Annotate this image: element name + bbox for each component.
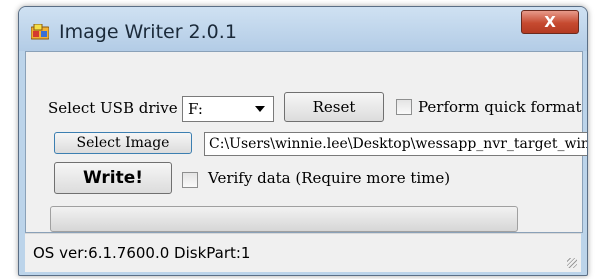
select-image-button[interactable]: Select Image: [54, 132, 192, 154]
title-bar[interactable]: Image Writer 2.0.1 X: [19, 7, 587, 51]
verify-data-checkbox[interactable]: [182, 172, 198, 188]
image-path-field[interactable]: C:\Users\winnie.lee\Desktop\wessapp_nvr_…: [204, 132, 587, 156]
write-progress-bar: [50, 206, 518, 232]
usb-drive-value: F:: [188, 100, 203, 118]
write-button[interactable]: Write!: [54, 162, 172, 194]
quick-format-checkbox[interactable]: [396, 99, 412, 115]
close-button[interactable]: X: [521, 10, 579, 34]
resize-grip-icon[interactable]: [567, 258, 577, 268]
window-title: Image Writer 2.0.1: [59, 21, 237, 43]
usb-drive-select[interactable]: F:: [182, 96, 274, 122]
app-icon: [31, 24, 49, 40]
app-window: Image Writer 2.0.1 X Select USB drive F:…: [18, 6, 588, 276]
status-bar: OS ver:6.1.7600.0 DiskPart:1: [25, 233, 581, 272]
reset-button[interactable]: Reset: [284, 92, 384, 122]
quick-format-label: Perform quick format: [418, 98, 582, 116]
chevron-down-icon: [255, 106, 265, 112]
status-text: OS ver:6.1.7600.0 DiskPart:1: [33, 244, 251, 262]
usb-drive-label: Select USB drive: [48, 99, 178, 117]
main-panel: Select USB drive F: Reset Perform quick …: [25, 51, 587, 233]
verify-data-label: Verify data (Require more time): [208, 169, 451, 187]
